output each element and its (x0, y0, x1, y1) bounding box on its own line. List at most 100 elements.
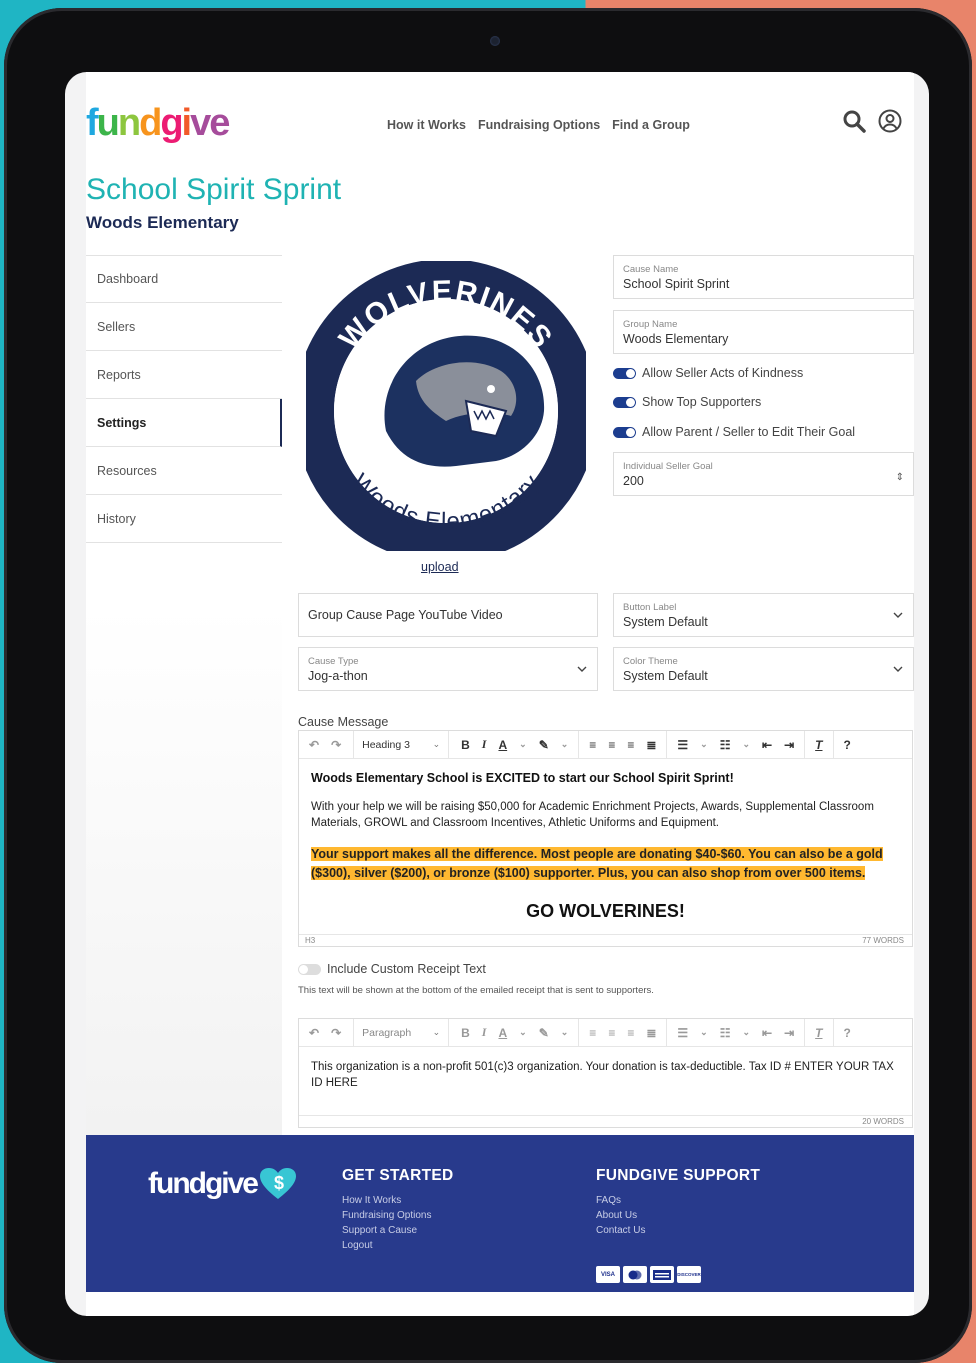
chevron-down-icon[interactable]: ⌄ (694, 1027, 714, 1038)
sidebar-item-settings[interactable]: Settings (86, 399, 282, 447)
help-icon[interactable]: ? (838, 738, 857, 752)
align-center-icon[interactable]: ≡ (602, 1026, 621, 1040)
cause-name-field[interactable]: Cause Name School Spirit Sprint (613, 255, 914, 299)
account-icon[interactable] (878, 109, 902, 133)
bold-icon[interactable]: B (455, 738, 476, 752)
block-format-select[interactable]: Paragraph ⌄ (353, 1018, 450, 1047)
align-left-icon[interactable]: ≡ (583, 1026, 602, 1040)
footer-link-contact-us[interactable]: Contact Us (596, 1225, 760, 1236)
indent-icon[interactable]: ⇥ (778, 1026, 800, 1040)
toggle-switch[interactable] (613, 396, 636, 408)
sidebar-item-resources[interactable]: Resources (86, 447, 282, 495)
chevron-down-icon[interactable]: ⌄ (513, 739, 533, 750)
chevron-down-icon[interactable]: ⌄ (694, 739, 714, 750)
footer-link-faqs[interactable]: FAQs (596, 1195, 760, 1206)
sidebar-item-reports[interactable]: Reports (86, 351, 282, 399)
bullet-list-icon[interactable]: ☰ (671, 738, 694, 752)
footer-link-logout[interactable]: Logout (342, 1240, 454, 1251)
sidebar-item-sellers[interactable]: Sellers (86, 303, 282, 351)
numbered-list-icon[interactable]: ☷ (714, 738, 737, 752)
chevron-down-icon[interactable]: ⌄ (555, 1027, 575, 1038)
bullet-list-icon[interactable]: ☰ (671, 1026, 694, 1040)
page-title: School Spirit Sprint (86, 173, 342, 206)
toolbar-divider (832, 1018, 834, 1047)
sidebar-item-history[interactable]: History (86, 495, 282, 543)
footer-link-about-us[interactable]: About Us (596, 1210, 760, 1221)
fundgive-logo[interactable]: fundgive (86, 102, 230, 145)
cause-type-select[interactable]: Cause Type Jog-a-thon (298, 647, 598, 691)
site-footer: fundgive $ GET STARTED How It Works Fund… (86, 1135, 914, 1292)
toggle-edit-goal[interactable]: Allow Parent / Seller to Edit Their Goal (613, 425, 855, 439)
seller-goal-field[interactable]: Individual Seller Goal 200 ⇕ (613, 452, 914, 496)
color-theme-label: Color Theme (623, 656, 678, 667)
logo-letter: g (160, 102, 183, 144)
visa-card-icon: VISA (596, 1266, 620, 1283)
cause-message-label: Cause Message (298, 715, 389, 729)
receipt-editor[interactable]: ↶ ↷ Paragraph ⌄ B I A ⌄ ✎ ⌄ ≡ ≡ ≡ ≣ ☰ ⌄ … (298, 1018, 913, 1128)
footer-logo[interactable]: fundgive $ (148, 1167, 297, 1201)
clear-format-icon[interactable]: T (809, 1026, 828, 1040)
toolbar-divider (666, 730, 668, 759)
nav-find-a-group[interactable]: Find a Group (612, 118, 690, 132)
text-color-icon[interactable]: A (492, 1026, 513, 1040)
block-format-select[interactable]: Heading 3 ⌄ (353, 730, 450, 759)
highlight-icon[interactable]: ✎ (533, 1026, 555, 1040)
block-format-value: Heading 3 (362, 738, 410, 751)
color-theme-select[interactable]: Color Theme System Default (613, 647, 914, 691)
toggle-switch[interactable] (298, 963, 321, 975)
nav-how-it-works[interactable]: How it Works (387, 118, 466, 132)
search-icon[interactable] (842, 109, 866, 133)
align-right-icon[interactable]: ≡ (621, 738, 640, 752)
upload-link[interactable]: upload (421, 560, 459, 574)
numbered-list-icon[interactable]: ☷ (714, 1026, 737, 1040)
align-center-icon[interactable]: ≡ (602, 738, 621, 752)
seller-goal-value: 200 (623, 474, 644, 488)
italic-icon[interactable]: I (476, 737, 493, 752)
footer-link-fundraising-options[interactable]: Fundraising Options (342, 1210, 454, 1221)
italic-icon[interactable]: I (476, 1025, 493, 1040)
outdent-icon[interactable]: ⇤ (756, 1026, 778, 1040)
bold-icon[interactable]: B (455, 1026, 476, 1040)
toggle-switch[interactable] (613, 367, 636, 379)
redo-icon[interactable]: ↷ (325, 1026, 347, 1040)
footer-link-support-a-cause[interactable]: Support a Cause (342, 1225, 454, 1236)
message-highlight: Your support makes all the difference. M… (311, 845, 900, 883)
toggle-top-supporters[interactable]: Show Top Supporters (613, 395, 761, 409)
youtube-video-field[interactable]: Group Cause Page YouTube Video (298, 593, 598, 637)
align-right-icon[interactable]: ≡ (621, 1026, 640, 1040)
sidebar-item-dashboard[interactable]: Dashboard (86, 255, 282, 303)
help-icon[interactable]: ? (838, 1026, 857, 1040)
text-color-icon[interactable]: A (492, 738, 513, 752)
footer-link-how-it-works[interactable]: How It Works (342, 1195, 454, 1206)
toggle-switch[interactable] (613, 426, 636, 438)
chevron-down-icon (893, 666, 903, 672)
undo-icon[interactable]: ↶ (299, 1026, 325, 1040)
page: fundgive How it Works Fundraising Option… (86, 72, 914, 1316)
payment-cards: VISA DISCOVER (596, 1266, 701, 1283)
editor-content[interactable]: This organization is a non-profit 501(c)… (299, 1047, 912, 1115)
chevron-down-icon[interactable]: ⌄ (736, 1027, 756, 1038)
toggle-acts-of-kindness[interactable]: Allow Seller Acts of Kindness (613, 366, 803, 380)
school-logo-image: WOLVERINES Woods Elementary (306, 261, 586, 551)
receipt-toggle-row[interactable]: Include Custom Receipt Text (298, 962, 486, 976)
button-label-select[interactable]: Button Label System Default (613, 593, 914, 637)
outdent-icon[interactable]: ⇤ (756, 738, 778, 752)
chevron-down-icon[interactable]: ⌄ (555, 739, 575, 750)
toolbar-divider (578, 730, 580, 759)
highlight-icon[interactable]: ✎ (533, 738, 555, 752)
group-name-field[interactable]: Group Name Woods Elementary (613, 310, 914, 354)
align-justify-icon[interactable]: ≣ (640, 1026, 662, 1040)
undo-icon[interactable]: ↶ (299, 738, 325, 752)
chevron-down-icon[interactable]: ⌄ (513, 1027, 533, 1038)
chevron-down-icon[interactable]: ⌄ (736, 739, 756, 750)
chevron-down-icon: ⌄ (432, 1026, 441, 1037)
redo-icon[interactable]: ↷ (325, 738, 347, 752)
nav-fundraising-options[interactable]: Fundraising Options (478, 118, 600, 132)
cause-message-editor[interactable]: ↶ ↷ Heading 3 ⌄ B I A ⌄ ✎ ⌄ ≡ ≡ ≡ ≣ ☰ ⌄ … (298, 730, 913, 947)
number-spinner-icon[interactable]: ⇕ (896, 472, 904, 483)
indent-icon[interactable]: ⇥ (778, 738, 800, 752)
editor-content[interactable]: Woods Elementary School is EXCITED to st… (299, 759, 912, 934)
clear-format-icon[interactable]: T (809, 738, 828, 752)
align-left-icon[interactable]: ≡ (583, 738, 602, 752)
align-justify-icon[interactable]: ≣ (640, 738, 662, 752)
